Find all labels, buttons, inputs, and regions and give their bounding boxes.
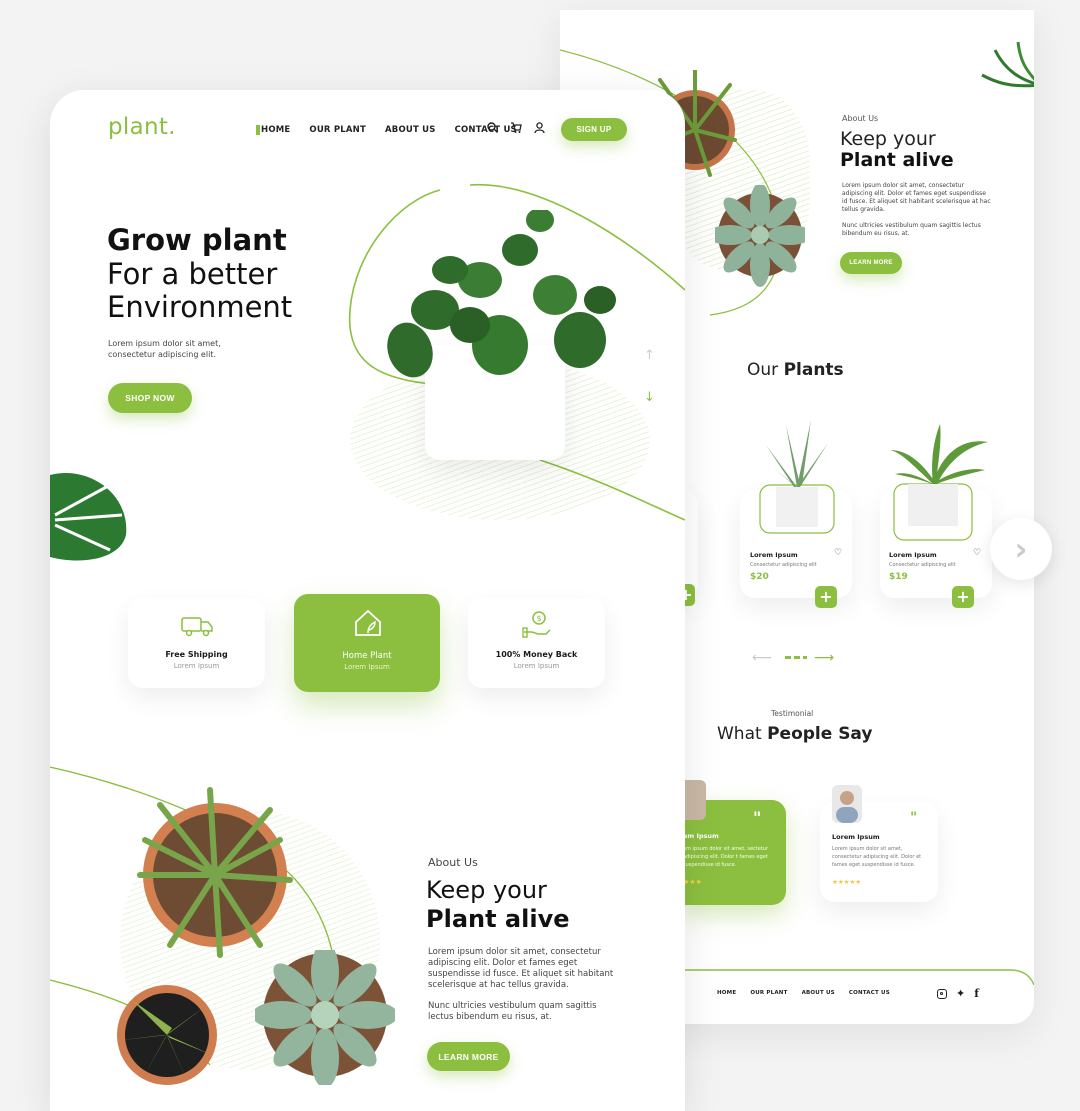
carousel-dots — [785, 656, 807, 659]
feature-card-free-shipping[interactable] — [128, 598, 265, 688]
brand-logo[interactable]: plant. — [108, 114, 176, 140]
footer-nav: HOME OUR PLANT ABOUT US CONTACT US — [717, 990, 890, 996]
product-image — [890, 422, 990, 542]
product-desc: Consectetur adipiscing elit — [889, 562, 956, 568]
learn-more-button[interactable]: LEARN MORE — [427, 1042, 510, 1071]
about-eyebrow: About Us — [428, 856, 478, 869]
nav-home[interactable]: HOME — [256, 125, 290, 135]
footer-nav-contact-us[interactable]: CONTACT US — [849, 990, 890, 996]
about-title-line1: Keep your — [426, 876, 547, 904]
rating-stars: ★★★★★ — [832, 878, 862, 886]
add-to-cart-button[interactable]: + — [952, 586, 974, 608]
heart-icon[interactable]: ♡ — [834, 548, 842, 558]
house-plant-icon — [355, 609, 381, 636]
quote-icon: " — [910, 810, 918, 826]
hero-plant-image — [387, 210, 616, 378]
testimonial-eyebrow: Testimonial — [771, 709, 814, 718]
about-para2: Nunc ultricies vestibulum quam sagittis … — [842, 222, 981, 237]
scroll-up-arrow[interactable]: ↑ — [644, 348, 655, 363]
social-links: ✦ f — [937, 987, 979, 1000]
product-price: $20 — [750, 572, 769, 582]
cart-icon[interactable] — [510, 121, 522, 133]
about-title-line1: Keep your — [840, 128, 936, 150]
hero-text: Lorem ipsum dolor sit amet, consectetur … — [108, 339, 221, 359]
feature-sub: Lorem Ipsum — [173, 662, 220, 670]
product-image — [756, 415, 838, 535]
product-name: Lorem Ipsum — [750, 551, 798, 559]
about-eyebrow: About Us — [842, 114, 879, 123]
our-plants-title: Our Plants — [747, 360, 844, 380]
about-para1: Lorem ipsum dolor sit amet, consectetur … — [428, 947, 614, 990]
feature-sub: Lorem Ipsum — [513, 662, 560, 670]
avatar — [832, 785, 862, 823]
footer-nav-about-us[interactable]: ABOUT US — [802, 990, 835, 996]
main-nav: HOME OUR PLANT ABOUT US CONTACT US — [256, 125, 517, 135]
svg-text:$: $ — [537, 614, 542, 623]
front-page: plant. HOME OUR PLANT ABOUT US CONTACT U… — [50, 90, 685, 1111]
heart-icon[interactable]: ♡ — [973, 548, 981, 558]
nav-about-us[interactable]: ABOUT US — [385, 125, 436, 135]
about-para1: Lorem ipsum dolor sit amet, consectetur … — [842, 182, 991, 213]
product-desc: Consectetur adipiscing elit — [750, 562, 817, 568]
leaf-corner-decoration — [980, 40, 1034, 90]
testimonial-text: em ipsum dolor sit amet, sectetur adipis… — [683, 846, 769, 868]
add-to-cart-button[interactable]: + — [815, 586, 837, 608]
testimonial-title-light: What — [717, 724, 762, 744]
our-plants-title-bold: Plants — [783, 360, 844, 380]
rating-stars: ★★★ — [683, 878, 702, 886]
testimonial-text: Lorem ipsum dolor sit amet, consectetur … — [832, 846, 922, 868]
twitter-icon[interactable]: ✦ — [956, 987, 965, 1000]
product-name: Lorem Ipsum — [889, 551, 937, 559]
our-plants-title-light: Our — [747, 360, 779, 380]
money-hand-icon: $ — [522, 611, 551, 638]
aloe-pot-image — [137, 787, 293, 958]
monstera-leaf-decoration — [50, 473, 127, 561]
quote-icon: " — [753, 808, 762, 827]
instagram-icon[interactable] — [937, 988, 947, 999]
succulent-pot-image — [255, 950, 395, 1085]
haworthia-pot-image — [117, 985, 217, 1085]
testimonial-name: em Ipsum — [683, 832, 719, 840]
footer-nav-our-plant[interactable]: OUR PLANT — [750, 990, 787, 996]
hero-title-bold: Grow plant — [107, 223, 287, 257]
feature-title: Free Shipping — [165, 650, 228, 659]
carousel-prev-arrow[interactable]: ⟵ — [752, 650, 772, 666]
about-para2: Nunc ultricies vestibulum quam sagittis … — [428, 1001, 597, 1022]
footer-curve — [660, 969, 1034, 986]
nav-our-plant[interactable]: OUR PLANT — [309, 125, 366, 135]
testimonial-title-bold: People Say — [767, 724, 873, 744]
shop-now-button[interactable]: SHOP NOW — [108, 383, 192, 413]
search-icon[interactable] — [487, 121, 498, 133]
header-icons — [487, 121, 545, 133]
about-learn-more-button[interactable]: LEARN MORE — [840, 252, 902, 274]
about-title-line2: Plant alive — [840, 149, 954, 171]
hero-title-line2: For a better — [107, 257, 278, 291]
product-price: $19 — [889, 572, 908, 582]
sign-up-button[interactable]: SIGN UP — [561, 118, 627, 141]
testimonial-title: What People Say — [717, 724, 872, 744]
footer-nav-home[interactable]: HOME — [717, 990, 736, 996]
hero-title-line3: Environment — [107, 290, 293, 324]
feature-sub: Lorem Ipsum — [344, 663, 390, 671]
about-title-line2: Plant alive — [426, 905, 570, 933]
truck-icon — [181, 617, 213, 637]
user-icon[interactable] — [534, 121, 545, 133]
feature-title: 100% Money Back — [495, 650, 578, 659]
facebook-icon[interactable]: f — [974, 987, 979, 1000]
carousel-next-arrow[interactable]: ⟶ — [814, 650, 834, 666]
succulent-image — [708, 183, 812, 290]
testimonial-name: Lorem Ipsum — [832, 833, 880, 841]
scroll-down-arrow[interactable]: ↓ — [644, 390, 655, 405]
slider-next-button[interactable]: › — [990, 518, 1052, 580]
feature-title: Home Plant — [342, 651, 392, 661]
